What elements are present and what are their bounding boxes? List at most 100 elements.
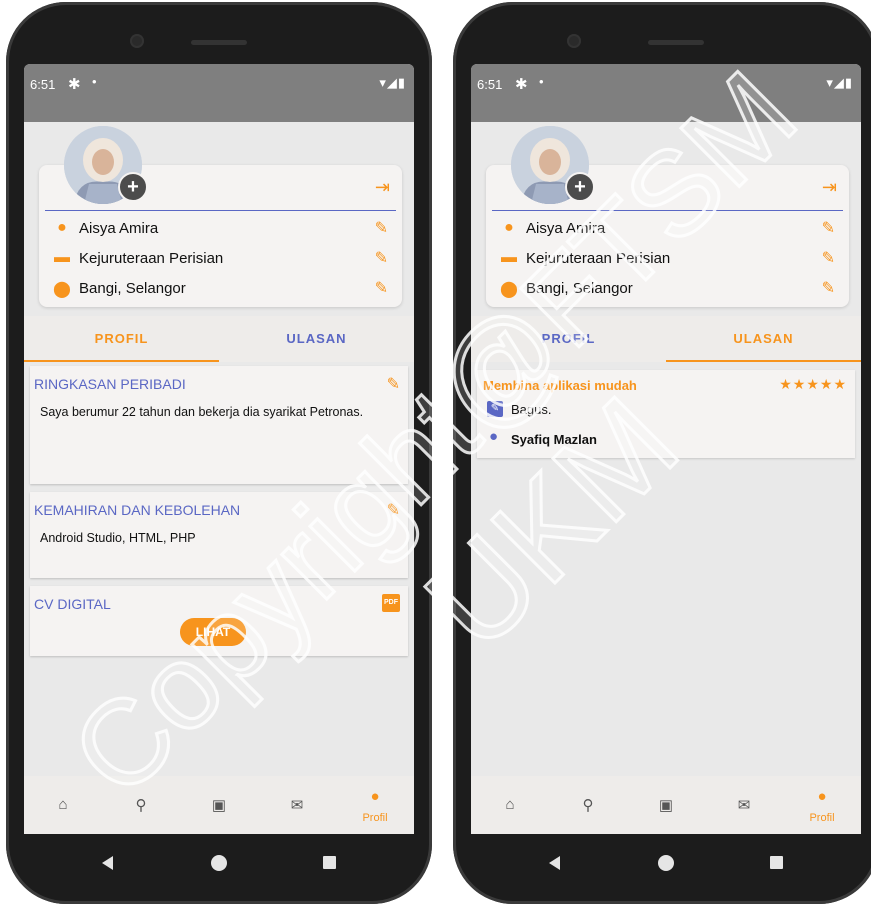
phone-right: 6:51 ✱ • ▾◢▮ ⇥ ● Aisya Amira ✎ ▬ Kejurut… [453,2,871,904]
battery-icon: ▮ [397,75,406,90]
tab-profil-label: PROFIL [94,331,149,346]
profile-divider [45,210,396,211]
reviewer-name: Syafiq Mazlan [511,432,597,447]
nav-profile-label: Profil [809,812,835,824]
person-icon: ● [57,219,67,236]
skills-section: KEMAHIRAN DAN KEBOLEHAN ✎ Android Studio… [30,492,408,578]
profile-tabs: PROFIL ULASAN [24,316,414,362]
view-cv-button[interactable]: LIHAT [180,618,246,646]
back-button[interactable] [102,856,113,870]
nav-search[interactable]: ⚲ [549,776,627,834]
signal-icon: ◢ [833,75,845,90]
bottom-navigation: ⌂ ⚲ ▣ ✉ ● Profil [471,776,861,834]
pencil-icon[interactable]: ✎ [822,218,835,238]
comment-icon: ✎ [487,401,503,417]
home-button[interactable] [211,855,227,871]
nav-home[interactable]: ⌂ [471,776,549,834]
nav-messages[interactable]: ✉ [258,776,336,834]
nav-jobs[interactable]: ▣ [180,776,258,834]
profile-location-row: ⬤ Bangi, Selangor ✎ [53,277,388,301]
pencil-icon[interactable]: ✎ [822,278,835,298]
notification-dot-icon: • [92,74,97,89]
status-time: 6:51 [477,77,503,92]
recents-button[interactable] [770,856,783,869]
pencil-icon[interactable]: ✎ [822,248,835,268]
wifi-icon: ▾ [826,75,834,90]
review-card: Membina aplikasi mudah ★★★★★ ✎ Bagus. ● … [477,370,855,458]
profile-name-row: ● Aisya Amira ✎ [53,217,388,241]
active-tab-indicator [666,360,861,362]
briefcase-icon: ▬ [501,249,517,266]
app-screen-profile-tab: 6:51 ✱ • ▾◢▮ ⇥ ● Aisya Amira ✎ ▬ Kejurut… [24,64,414,834]
person-icon: ● [504,219,514,236]
review-title: Membina aplikasi mudah [483,378,637,393]
nav-messages[interactable]: ✉ [705,776,783,834]
tab-ulasan[interactable]: ULASAN [666,316,861,362]
cv-title: CV DIGITAL [34,596,111,612]
nav-search[interactable]: ⚲ [102,776,180,834]
summary-section: RINGKASAN PERIBADI ✎ Saya berumur 22 tah… [30,366,408,484]
bottom-navigation: ⌂ ⚲ ▣ ✉ ● Profil [24,776,414,834]
battery-icon: ▮ [844,75,853,90]
system-status-icons: ▾◢▮ [379,75,406,91]
add-photo-button[interactable]: + [565,172,595,202]
pencil-icon[interactable]: ✎ [375,218,388,238]
jobs-icon: ▣ [211,797,227,814]
earpiece-speaker [191,40,247,45]
gear-icon: ✱ [515,76,528,93]
nav-profile-label: Profil [362,812,388,824]
briefcase-icon: ▬ [54,249,70,266]
nav-home[interactable]: ⌂ [24,776,102,834]
wifi-icon: ▾ [379,75,387,90]
profile-icon: ● [370,788,380,805]
home-button[interactable] [658,855,674,871]
cv-section: CV DIGITAL PDF LIHAT [30,586,408,656]
profile-department: Kejuruteraan Perisian [79,250,224,267]
logout-icon[interactable]: ⇥ [375,177,390,198]
nav-profile[interactable]: ● Profil [783,776,861,834]
profile-location: Bangi, Selangor [79,280,186,297]
system-navigation-bar [24,834,414,894]
add-photo-button[interactable]: + [118,172,148,202]
location-pin-icon: ⬤ [53,281,71,298]
notification-dot-icon: • [539,74,544,89]
active-tab-indicator [24,360,219,362]
tab-ulasan-label: ULASAN [286,331,347,346]
gear-icon: ✱ [68,76,81,93]
skills-text: Android Studio, HTML, PHP [40,531,196,545]
app-screen-review-tab: 6:51 ✱ • ▾◢▮ ⇥ ● Aisya Amira ✎ ▬ Kejurut… [471,64,861,834]
profile-department-row: ▬ Kejuruteraan Perisian ✎ [53,247,388,271]
home-icon: ⌂ [58,796,68,813]
profile-department: Kejuruteraan Perisian [526,250,671,267]
search-icon: ⚲ [135,797,147,814]
back-button[interactable] [549,856,560,870]
nav-profile[interactable]: ● Profil [336,776,414,834]
pencil-icon[interactable]: ✎ [375,278,388,298]
nav-jobs[interactable]: ▣ [627,776,705,834]
profile-name-row: ● Aisya Amira ✎ [500,217,835,241]
signal-icon: ◢ [386,75,398,90]
front-camera [567,34,581,48]
system-navigation-bar [471,834,861,894]
pencil-icon[interactable]: ✎ [387,374,400,394]
tab-ulasan[interactable]: ULASAN [219,316,414,362]
front-camera [130,34,144,48]
profile-name: Aisya Amira [526,220,606,237]
tab-profil[interactable]: PROFIL [471,316,666,362]
pencil-icon[interactable]: ✎ [375,248,388,268]
status-bar: 6:51 ✱ • ▾◢▮ [24,64,414,122]
home-icon: ⌂ [505,796,515,813]
star-rating: ★★★★★ [779,376,847,392]
logout-icon[interactable]: ⇥ [822,177,837,198]
profile-location: Bangi, Selangor [526,280,633,297]
profile-department-row: ▬ Kejuruteraan Perisian ✎ [500,247,835,271]
tab-profil[interactable]: PROFIL [24,316,219,362]
earpiece-speaker [648,40,704,45]
system-status-icons: ▾◢▮ [826,75,853,91]
recents-button[interactable] [323,856,336,869]
pencil-icon[interactable]: ✎ [387,500,400,520]
mail-icon: ✉ [290,797,304,814]
summary-text: Saya berumur 22 tahun dan bekerja dia sy… [40,405,364,419]
tab-profil-label: PROFIL [541,331,596,346]
summary-title: RINGKASAN PERIBADI [34,376,186,392]
